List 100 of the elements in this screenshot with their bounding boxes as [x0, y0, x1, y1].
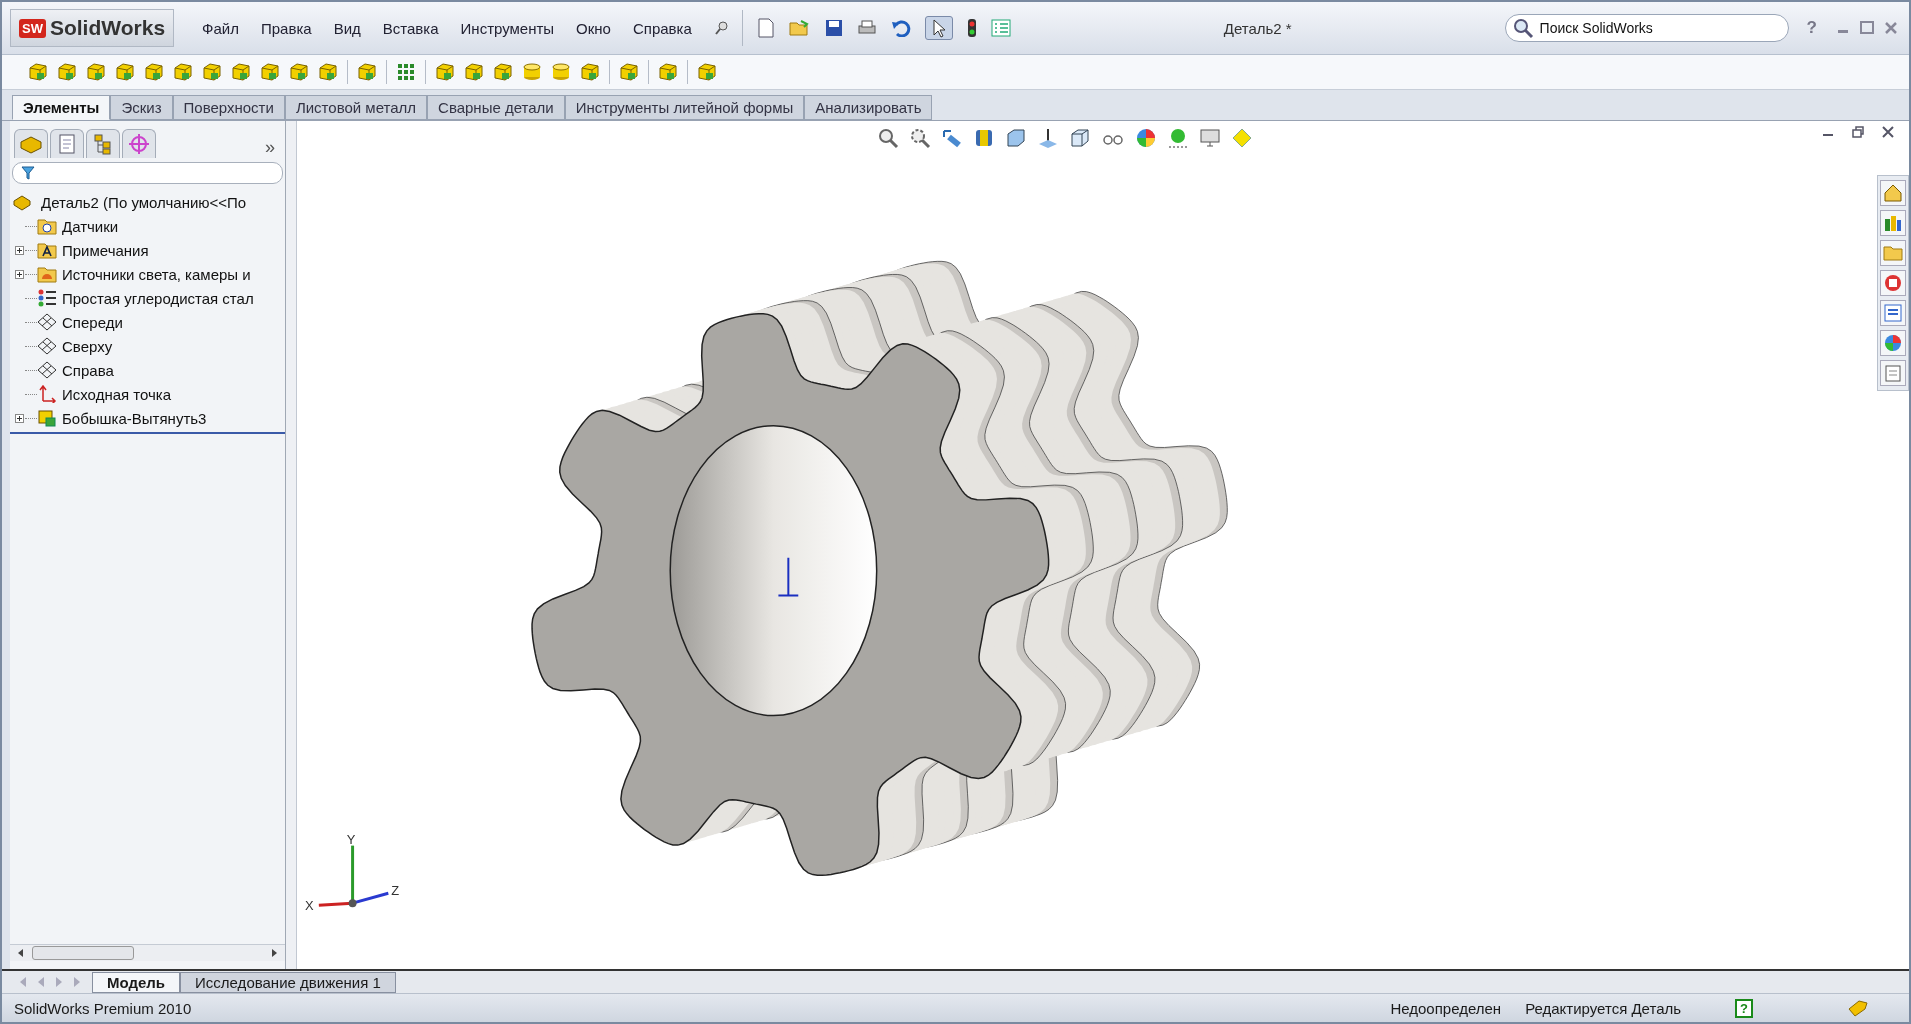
custom-properties-icon[interactable]: [1880, 360, 1906, 386]
tree-item[interactable]: Бобышка-Вытянуть3: [62, 409, 207, 427]
scrollbar-thumb[interactable]: [32, 946, 134, 960]
feature-cube-icon[interactable]: [289, 62, 309, 82]
panel-splitter-handle[interactable]: [286, 121, 297, 969]
command-tab[interactable]: Эскиз: [110, 95, 173, 120]
feature-cube-icon[interactable]: [697, 62, 717, 82]
cylinder-icon[interactable]: [551, 62, 571, 82]
help-button[interactable]: ?: [1806, 18, 1817, 38]
menu-item[interactable]: Вставка: [382, 19, 439, 37]
model-tab[interactable]: Модель: [92, 971, 181, 993]
origin-marker-icon: [777, 556, 800, 597]
command-tab[interactable]: Инструменты литейной формы: [564, 95, 805, 120]
origin-icon: [37, 385, 57, 403]
part-tree-tab-icon[interactable]: [14, 129, 48, 158]
select-pointer-icon[interactable]: [924, 16, 953, 40]
scene-icon[interactable]: [1167, 127, 1189, 149]
command-tab[interactable]: Анализировать: [804, 95, 933, 120]
feature-cube-icon[interactable]: [357, 62, 377, 82]
display-style-cube-icon[interactable]: [1069, 127, 1091, 149]
library-icon[interactable]: [1880, 210, 1906, 236]
feature-cube-icon[interactable]: [493, 62, 513, 82]
tree-item[interactable]: Спереди: [62, 313, 123, 331]
zoom-fit-icon[interactable]: [877, 127, 899, 149]
cylinder-icon[interactable]: [522, 62, 542, 82]
app-name: SolidWorks: [49, 16, 166, 40]
command-tab[interactable]: Листовой металл: [284, 95, 428, 120]
feature-cube-icon[interactable]: [231, 62, 251, 82]
help-button[interactable]: ?: [1735, 998, 1753, 1018]
menu-item[interactable]: Окно: [576, 19, 611, 37]
feature-cube-icon[interactable]: [115, 62, 135, 82]
close-icon[interactable]: [1883, 20, 1899, 36]
crosshair-tab-icon[interactable]: [122, 129, 156, 158]
horizontal-scrollbar[interactable]: [10, 944, 285, 961]
feature-cube-icon[interactable]: [202, 62, 222, 82]
appearance-ball-icon[interactable]: [1135, 127, 1157, 149]
plane-icon: [37, 313, 57, 331]
status-state: Недоопределен: [1390, 999, 1502, 1017]
y-axis-label: Y: [346, 831, 356, 847]
command-tab[interactable]: Поверхности: [172, 95, 285, 120]
feature-cube-icon[interactable]: [28, 62, 48, 82]
feature-cube-icon[interactable]: [57, 62, 77, 82]
home-icon[interactable]: [1880, 180, 1906, 206]
checklist-icon[interactable]: [990, 19, 1011, 37]
feature-cube-icon[interactable]: [260, 62, 280, 82]
menu-item[interactable]: Файл: [202, 19, 239, 37]
feature-cube-icon[interactable]: [658, 62, 678, 82]
scroll-left-icon[interactable]: [16, 948, 26, 958]
printer-icon[interactable]: [856, 19, 877, 37]
feature-cube-icon[interactable]: [144, 62, 164, 82]
expand-plus-icon[interactable]: [14, 245, 24, 255]
tree-item[interactable]: Датчики: [62, 217, 119, 235]
undo-icon[interactable]: [890, 19, 911, 37]
tree-item[interactable]: Исходная точка: [62, 385, 172, 403]
normal-to-icon[interactable]: [1037, 127, 1059, 149]
hierarchy-tab-icon[interactable]: [86, 129, 120, 158]
tree-item[interactable]: Справа: [62, 361, 114, 379]
expand-panel-button[interactable]: »: [265, 137, 275, 158]
feature-cube-icon[interactable]: [318, 62, 338, 82]
diamond-plane-icon[interactable]: [1231, 127, 1253, 149]
feature-cube-icon[interactable]: [580, 62, 600, 82]
zoom-area-icon[interactable]: [909, 127, 931, 149]
feature-cube-icon[interactable]: [619, 62, 639, 82]
command-tab[interactable]: Элементы: [12, 95, 111, 120]
restore-icon[interactable]: [1851, 125, 1865, 139]
traffic-light-icon[interactable]: [966, 18, 977, 38]
tree-item[interactable]: Сверху: [62, 337, 113, 355]
expand-plus-icon[interactable]: [14, 269, 24, 279]
feature-cube-icon[interactable]: [173, 62, 193, 82]
monitor-icon[interactable]: [1199, 127, 1221, 149]
filter-field[interactable]: [12, 162, 283, 184]
tree-item[interactable]: Простая углеродистая стал: [62, 289, 254, 307]
previous-view-icon[interactable]: [941, 127, 963, 149]
open-folder-icon[interactable]: [788, 19, 811, 37]
save-icon[interactable]: [824, 19, 843, 37]
palette-icon[interactable]: [1880, 300, 1906, 326]
clipboard-tab-icon[interactable]: [50, 129, 84, 158]
tag-icon[interactable]: [1847, 999, 1869, 1017]
feature-cube-icon[interactable]: [86, 62, 106, 82]
feature-cube-icon[interactable]: [435, 62, 455, 82]
maximize-icon[interactable]: [1859, 20, 1875, 36]
search-field[interactable]: Поиск SolidWorks: [1504, 14, 1789, 42]
menu-item[interactable]: Инструменты: [460, 19, 555, 37]
feature-cube-icon[interactable]: [464, 62, 484, 82]
tree-item[interactable]: Деталь2 (По умолчанию<<По: [41, 193, 247, 211]
expand-plus-icon[interactable]: [14, 413, 24, 423]
menu-item[interactable]: Вид: [333, 19, 361, 37]
menu-item[interactable]: Правка: [261, 19, 312, 37]
pattern-icon[interactable]: [396, 62, 416, 82]
close-icon[interactable]: [1881, 125, 1895, 139]
menu-item[interactable]: Справка: [632, 19, 692, 37]
search-input[interactable]: Поиск SolidWorks: [1537, 19, 1762, 37]
section-view-icon[interactable]: [973, 127, 995, 149]
scroll-right-icon[interactable]: [269, 948, 279, 958]
new-document-icon[interactable]: [756, 18, 775, 38]
tree-item[interactable]: Источники света, камеры и: [62, 265, 251, 283]
command-tab[interactable]: Сварные детали: [427, 95, 565, 120]
tree-item[interactable]: Примечания: [62, 241, 149, 259]
view-orientation-icon[interactable]: [1005, 127, 1027, 149]
model-tab[interactable]: Исследование движения 1: [180, 971, 396, 993]
